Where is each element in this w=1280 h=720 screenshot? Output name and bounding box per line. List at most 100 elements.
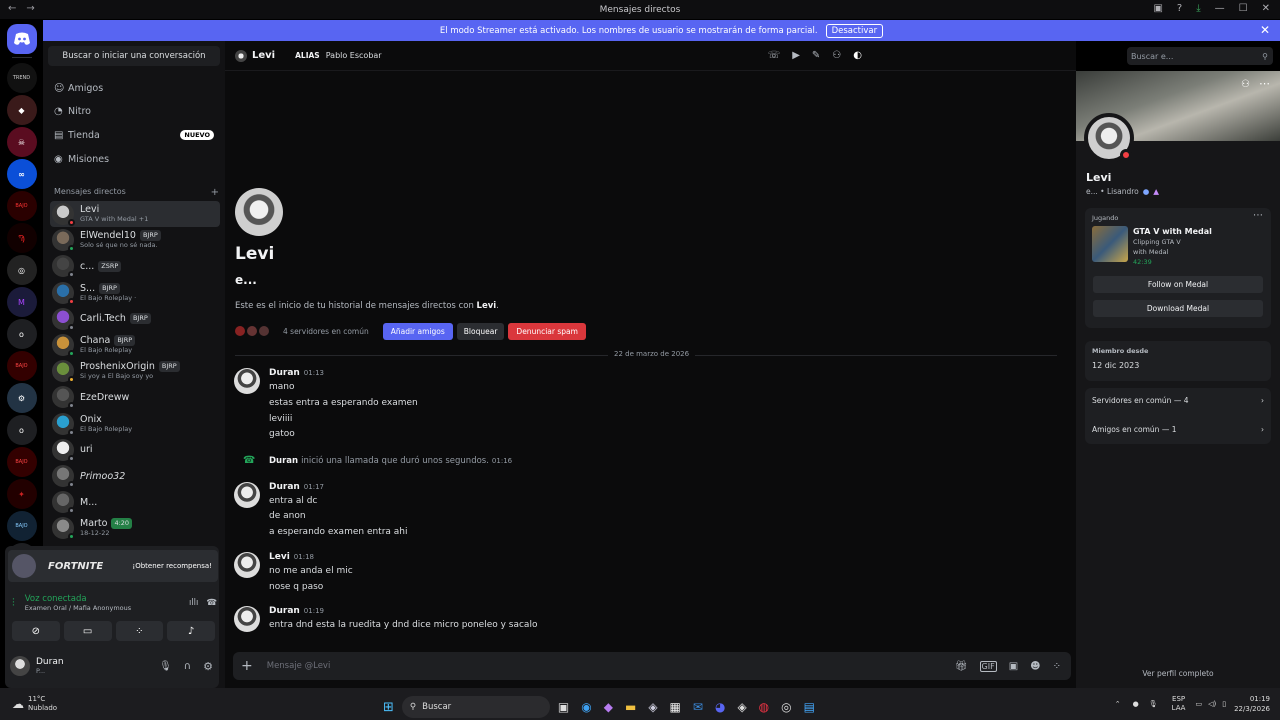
voice-call-icon[interactable]: ☏ [768, 50, 781, 61]
avatar[interactable] [234, 482, 260, 508]
avatar[interactable] [10, 656, 30, 676]
close-banner-icon[interactable]: ✕ [1260, 23, 1270, 37]
mutual-servers-row[interactable]: Servidores en común — 4 › [1092, 396, 1264, 405]
dm-search-button[interactable]: Buscar o iniciar una conversación [48, 46, 220, 66]
message-composer[interactable]: + Mensaje @Levi 🎁︎ GIF ▣ ☻ ⁘ [233, 652, 1071, 680]
dm-item[interactable]: ProshenixOrigin BJRP Si yoy a El Bajo soy … [50, 358, 220, 384]
discord-home-icon[interactable] [6, 24, 37, 54]
nav-item-friends[interactable]: ☺ Amigos [54, 79, 214, 97]
help-icon[interactable]: ? [1177, 3, 1182, 14]
gift-icon[interactable]: 🎁︎ [955, 661, 968, 672]
avatar[interactable] [234, 552, 260, 578]
forward-icon[interactable]: → [26, 3, 34, 14]
server-icon[interactable]: o [6, 415, 37, 445]
server-icon[interactable]: TREND [6, 63, 37, 93]
headphones-icon[interactable]: ∩ [184, 661, 191, 672]
microphone-icon[interactable]: 🎙︎ [159, 661, 172, 672]
dm-item[interactable]: Primoo32 [50, 463, 220, 489]
voice-channel[interactable]: Examen Oral / Mafia Anonymous [25, 604, 131, 612]
gif-icon[interactable]: GIF [979, 660, 997, 672]
network-icon[interactable]: ▭ [1195, 700, 1202, 708]
windows-start-icon[interactable]: ⊞ [383, 700, 394, 715]
noise-suppression-icon[interactable]: ıllı [189, 598, 198, 608]
mutual-friends-row[interactable]: Amigos en común — 1 › [1092, 425, 1264, 434]
app-icon[interactable]: ▤ [804, 700, 815, 714]
video-call-icon[interactable]: ▶ [792, 50, 800, 61]
apps-icon[interactable]: ⁘ [1053, 661, 1061, 672]
steam-icon[interactable]: ◈ [648, 700, 657, 714]
obs-icon[interactable]: ◎ [781, 700, 791, 714]
report-spam-button[interactable]: Denunciar spam [508, 322, 586, 340]
activities-button[interactable]: ⁘ [115, 621, 164, 641]
file-explorer-icon[interactable]: ▬ [625, 700, 636, 714]
get-reward-button[interactable]: ¡Obtener recompensa! [132, 562, 212, 570]
dm-item[interactable]: c... ZSRP [50, 253, 220, 279]
chrome-icon[interactable]: ◍ [759, 700, 769, 714]
battery-icon[interactable]: ▯ [1222, 700, 1226, 708]
create-dm-icon[interactable]: + [211, 187, 219, 198]
dm-item[interactable]: Carli.Tech BJRP [50, 306, 220, 332]
user-area[interactable]: Duran P... 🎙︎ ∩ ⚙ [10, 652, 217, 680]
mutual-servers[interactable]: 4 servidores en común [283, 327, 369, 336]
more-options-icon[interactable]: ⋯ [1259, 77, 1270, 90]
server-icon[interactable]: BAJO [6, 511, 37, 541]
maximize-button[interactable]: ☐ [1239, 3, 1248, 14]
add-friends-dm-icon[interactable]: ⚇ [832, 50, 841, 61]
server-icon[interactable]: ∞ [6, 159, 37, 189]
add-friend-icon[interactable]: ⚇ [1241, 79, 1250, 90]
inbox-icon[interactable]: ▣ [1153, 3, 1162, 14]
soundboard-button[interactable]: ♪ [167, 621, 215, 641]
mic-tray-icon[interactable]: 🎙︎ [1149, 700, 1158, 708]
close-window-button[interactable]: ✕ [1262, 3, 1270, 14]
server-icon[interactable]: ◆ [6, 95, 37, 125]
server-icon[interactable]: M [6, 287, 37, 317]
weather-icon[interactable]: ☁ [12, 697, 24, 711]
message-author[interactable]: Duran [269, 606, 300, 616]
tray-icon[interactable]: ● [1133, 700, 1139, 708]
app-icon[interactable]: ◆ [604, 700, 613, 714]
taskbar-search[interactable]: ⚲ Buscar [401, 696, 550, 718]
activity-more-icon[interactable]: ⋯ [1253, 210, 1263, 221]
server-icon[interactable]: ⚙ [6, 383, 37, 413]
tray-overflow-icon[interactable]: ⌃ [1115, 700, 1121, 708]
nav-item-nitro[interactable]: ◔ Nitro [54, 102, 214, 120]
dm-item[interactable]: Chana BJRP El Bajo Roleplay [50, 332, 220, 358]
promo-card[interactable]: FORTNITE ¡Obtener recompensa! [8, 550, 218, 582]
server-icon[interactable]: BAJO [6, 351, 37, 381]
nav-item-shop[interactable]: ▤ Tienda NUEVO [54, 126, 214, 144]
dm-item[interactable]: Onix El Bajo Roleplay [50, 411, 220, 437]
mail-icon[interactable]: ✉ [693, 700, 703, 714]
server-icon[interactable]: ✦ [6, 479, 37, 509]
disconnect-icon[interactable]: ☎ [206, 598, 217, 608]
pin-icon[interactable]: ✎ [812, 50, 820, 61]
language-indicator[interactable]: ESP LAA [1172, 695, 1186, 713]
dm-item[interactable]: ElWendel10 BJRP Solo sé que no sé nada. [50, 227, 220, 253]
dm-item[interactable]: M... [50, 489, 220, 515]
message-author[interactable]: Levi [269, 552, 290, 562]
block-button[interactable]: Bloquear [456, 322, 505, 340]
discord-taskbar-icon[interactable]: ◕ [715, 700, 725, 714]
server-icon[interactable]: ☠ [6, 127, 37, 157]
server-icon[interactable]: Ϡ [6, 223, 37, 253]
settings-gear-icon[interactable]: ⚙ [203, 660, 213, 673]
user-profile-icon[interactable]: ◐ [853, 50, 862, 61]
clock[interactable]: 01:19 22/3/2026 [1234, 694, 1270, 714]
emoji-icon[interactable]: ☻ [1030, 661, 1040, 672]
server-icon[interactable]: BAJO [6, 447, 37, 477]
store-icon[interactable]: ▦ [670, 700, 681, 714]
server-icon[interactable]: o [6, 319, 37, 349]
camera-off-button[interactable]: ⊘ [12, 621, 60, 641]
back-icon[interactable]: ← [8, 3, 16, 14]
add-friend-button[interactable]: Añadir amigos [382, 322, 453, 340]
task-view-icon[interactable]: ▣ [558, 700, 569, 714]
edge-icon[interactable]: ◉ [581, 700, 591, 714]
dm-item[interactable]: Marto 4:20 18-12-22 [50, 515, 220, 541]
avatar[interactable] [234, 368, 260, 394]
message-author[interactable]: Duran [269, 482, 300, 492]
download-medal-button[interactable]: Download Medal [1093, 300, 1263, 317]
download-icon[interactable]: ⤓ [1196, 3, 1200, 14]
view-full-profile-link[interactable]: Ver perfil completo [1076, 669, 1280, 678]
dm-item[interactable]: uri [50, 437, 220, 463]
volume-icon[interactable]: ◁) [1208, 700, 1216, 708]
nav-item-quests[interactable]: ◉ Misiones [54, 150, 214, 168]
